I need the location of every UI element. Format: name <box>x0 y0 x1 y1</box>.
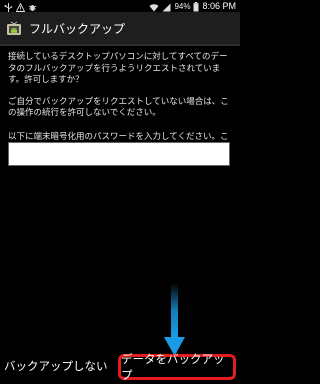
backup-data-button-label: データをバックアップ <box>121 352 225 382</box>
dont-backup-button[interactable]: バックアップしない <box>4 358 108 374</box>
message-request: 接続しているデスクトップパソコンに対してすべてのデータのフルバックアップを行うよ… <box>8 52 228 85</box>
message-warning: ご自分でバックアップをリクエストしていない場合は、この操作の続行を許可しないでく… <box>8 96 229 119</box>
android-icon <box>6 20 22 36</box>
clock: 8:06 PM <box>202 1 236 11</box>
dialog-title: フルバックアップ <box>29 21 126 36</box>
password-input[interactable] <box>9 144 229 167</box>
status-bar: 94% 8:06 PM <box>0 0 240 12</box>
dialog-titlebar: フルバックアップ <box>0 12 240 46</box>
battery-percent: 94% <box>174 1 191 11</box>
password-field[interactable] <box>8 142 230 167</box>
backup-data-button[interactable]: データをバックアップ <box>118 352 236 382</box>
